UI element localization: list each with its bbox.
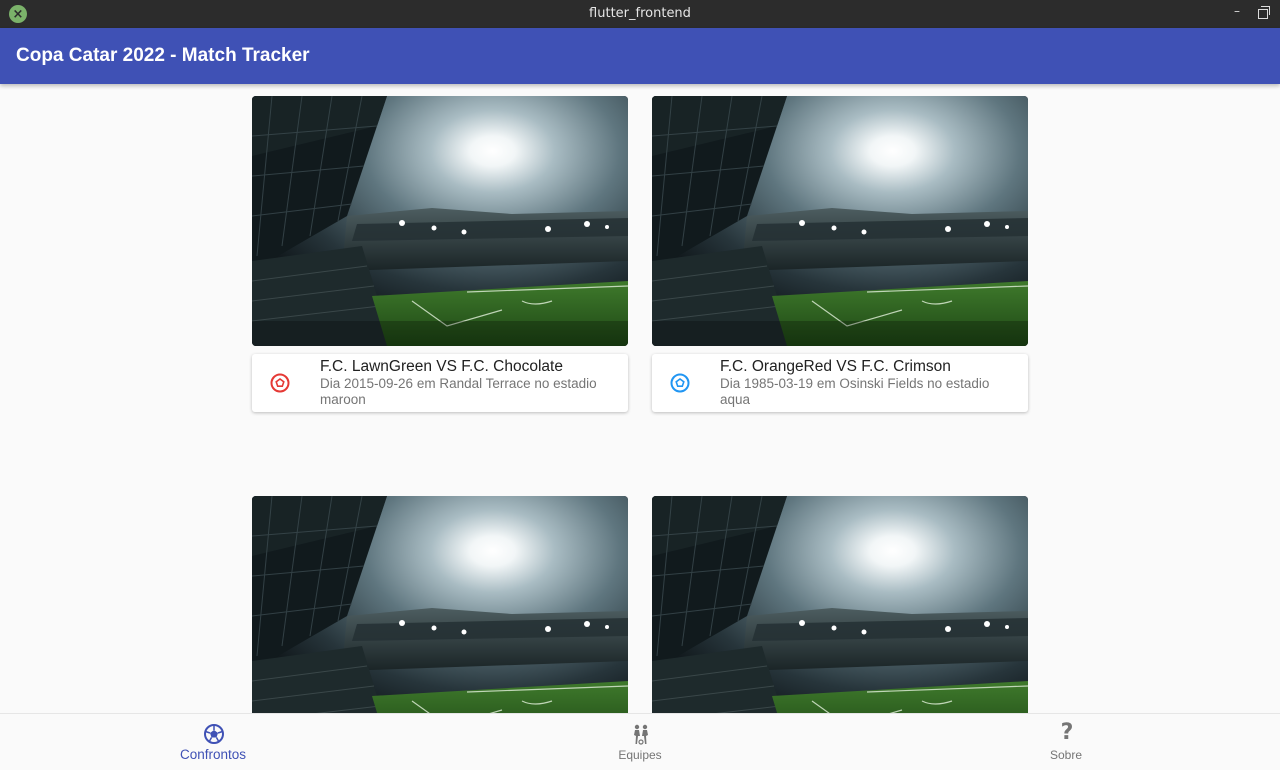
bottom-navigation: Confrontos Equipes ? Sobre — [0, 713, 1280, 770]
nav-label: Equipes — [618, 748, 662, 762]
stadium-image — [252, 96, 628, 346]
nav-item-equipes[interactable]: Equipes — [560, 714, 720, 770]
match-subtitle: Dia 1985-03-19 em Osinski Fields no esta… — [720, 376, 990, 407]
window-title: flutter_frontend — [589, 6, 691, 21]
app-bar: Copa Catar 2022 - Match Tracker — [0, 28, 1280, 84]
nav-item-confrontos[interactable]: Confrontos — [133, 714, 293, 770]
match-title: F.C. OrangeRed VS F.C. Crimson — [720, 358, 951, 375]
window-titlebar: × flutter_frontend – — [0, 0, 1280, 28]
match-info-tile[interactable]: F.C. OrangeRed VS F.C. Crimson Dia 1985-… — [652, 354, 1028, 412]
match-subtitle: Dia 2015-09-26 em Randal Terrace no esta… — [320, 376, 597, 407]
nav-label: Confrontos — [179, 747, 247, 762]
players-icon — [634, 724, 648, 745]
matches-list: F.C. LawnGreen VS F.C. Chocolate Dia 201… — [0, 84, 1280, 713]
match-card[interactable]: F.C. LawnGreen VS F.C. Chocolate Dia 201… — [252, 96, 628, 412]
page-title: Copa Catar 2022 - Match Tracker — [16, 45, 310, 66]
minimize-button[interactable]: – — [1234, 4, 1240, 18]
soccer-ball-icon — [670, 373, 690, 393]
nav-label: Sobre — [1049, 748, 1083, 762]
match-card[interactable] — [252, 496, 628, 713]
soccer-ball-icon — [204, 724, 224, 744]
stadium-image — [252, 496, 628, 713]
match-info-tile[interactable]: F.C. LawnGreen VS F.C. Chocolate Dia 201… — [252, 354, 628, 412]
question-icon: ? — [1060, 720, 1074, 745]
stadium-image — [652, 96, 1028, 346]
match-card[interactable] — [652, 496, 1028, 713]
nav-item-sobre[interactable]: ? Sobre — [986, 714, 1146, 770]
match-card[interactable]: F.C. OrangeRed VS F.C. Crimson Dia 1985-… — [652, 96, 1028, 412]
stadium-image — [652, 496, 1028, 713]
restore-icon[interactable] — [1258, 6, 1270, 19]
match-title: F.C. LawnGreen VS F.C. Chocolate — [320, 358, 563, 375]
soccer-ball-icon — [270, 373, 290, 393]
